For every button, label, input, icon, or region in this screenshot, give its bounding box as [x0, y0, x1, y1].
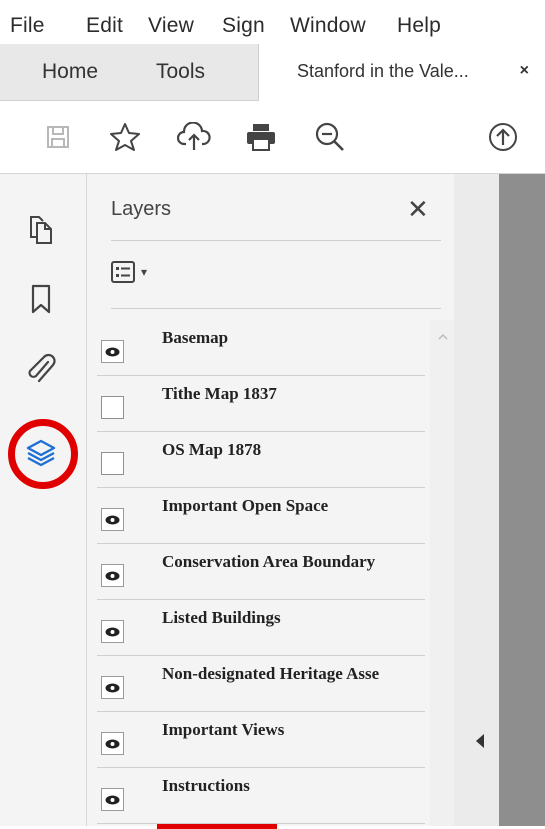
eye-icon[interactable]: [101, 340, 124, 363]
menu-window[interactable]: Window: [290, 14, 366, 38]
layer-label: Basemap: [162, 328, 229, 347]
menu-edit[interactable]: Edit: [86, 14, 123, 38]
options-list-icon: [111, 261, 135, 283]
chevron-down-icon: ▾: [141, 265, 148, 279]
layer-label: Instructions: [162, 776, 250, 795]
layer-row-instructions[interactable]: Instructions: [97, 768, 425, 824]
layer-row-basemap[interactable]: Basemap: [97, 320, 425, 376]
layer-label: OS Map 1878: [162, 440, 262, 459]
star-icon[interactable]: [105, 117, 145, 157]
tab-home[interactable]: Home: [42, 60, 98, 84]
menu-sign[interactable]: Sign: [222, 14, 265, 38]
collapse-panel-icon[interactable]: [476, 734, 484, 748]
bookmark-icon[interactable]: [20, 278, 62, 320]
layer-label: Conservation Area Boundary: [162, 552, 376, 571]
panel-title: Layers: [111, 198, 172, 220]
options-menu-button[interactable]: ▾: [111, 258, 161, 286]
layer-row-tithe-map[interactable]: Tithe Map 1837: [97, 376, 425, 432]
layer-row-conservation-area[interactable]: Conservation Area Boundary: [97, 544, 425, 600]
upload-cloud-icon[interactable]: [174, 117, 214, 157]
layer-label: Important Views: [162, 720, 285, 739]
left-rail: [0, 174, 87, 826]
scrollbar[interactable]: [430, 320, 454, 826]
toolbar: [0, 101, 545, 174]
divider: [111, 308, 441, 309]
layers-list: Basemap Tithe Map 1837 OS Map 1878 Impor…: [97, 320, 425, 826]
attachment-icon[interactable]: [20, 348, 62, 390]
zoom-out-icon[interactable]: [310, 117, 350, 157]
eye-icon[interactable]: [101, 788, 124, 811]
scroll-up-icon[interactable]: [438, 332, 448, 342]
document-canvas[interactable]: [499, 174, 545, 826]
highlight-circle: [8, 419, 78, 489]
visibility-checkbox[interactable]: [101, 396, 124, 419]
layer-row-os-map[interactable]: OS Map 1878: [97, 432, 425, 488]
visibility-checkbox[interactable]: [101, 452, 124, 475]
menu-help[interactable]: Help: [397, 14, 441, 38]
layer-row-heritage-assets[interactable]: Non-designated Heritage Asse: [97, 656, 425, 712]
eye-icon[interactable]: [101, 620, 124, 643]
menu-bar: File Edit View Sign Window Help: [0, 0, 545, 44]
eye-icon[interactable]: [101, 732, 124, 755]
layer-row-listed-buildings[interactable]: Listed Buildings: [97, 600, 425, 656]
eye-icon[interactable]: [101, 508, 124, 531]
arrow-up-circle-icon[interactable]: [483, 117, 523, 157]
layers-panel: Layers ✕ ▾ Basemap Tithe Map 1837 OS Map…: [87, 174, 454, 829]
eye-icon[interactable]: [101, 564, 124, 587]
menu-view[interactable]: View: [148, 14, 194, 38]
tab-tools[interactable]: Tools: [156, 60, 205, 84]
tab-document[interactable]: Stanford in the Vale... ×: [258, 44, 545, 101]
layer-label: Important Open Space: [162, 496, 329, 515]
close-panel-icon[interactable]: ✕: [407, 194, 429, 225]
document-tab-label: Stanford in the Vale...: [297, 61, 469, 81]
divider: [111, 240, 441, 241]
eye-icon[interactable]: [101, 676, 124, 699]
menu-file[interactable]: File: [10, 14, 45, 38]
save-icon[interactable]: [38, 117, 78, 157]
close-tab-icon[interactable]: ×: [520, 62, 529, 80]
layer-label: Tithe Map 1837: [162, 384, 277, 403]
highlight-underline: [157, 824, 277, 829]
layer-row-open-space[interactable]: Important Open Space: [97, 488, 425, 544]
pages-icon[interactable]: [20, 209, 62, 251]
print-icon[interactable]: [241, 117, 281, 157]
layer-label: Listed Buildings: [162, 608, 281, 627]
layer-label: Non-designated Heritage Asse: [162, 664, 380, 683]
layer-row-important-views[interactable]: Important Views: [97, 712, 425, 768]
